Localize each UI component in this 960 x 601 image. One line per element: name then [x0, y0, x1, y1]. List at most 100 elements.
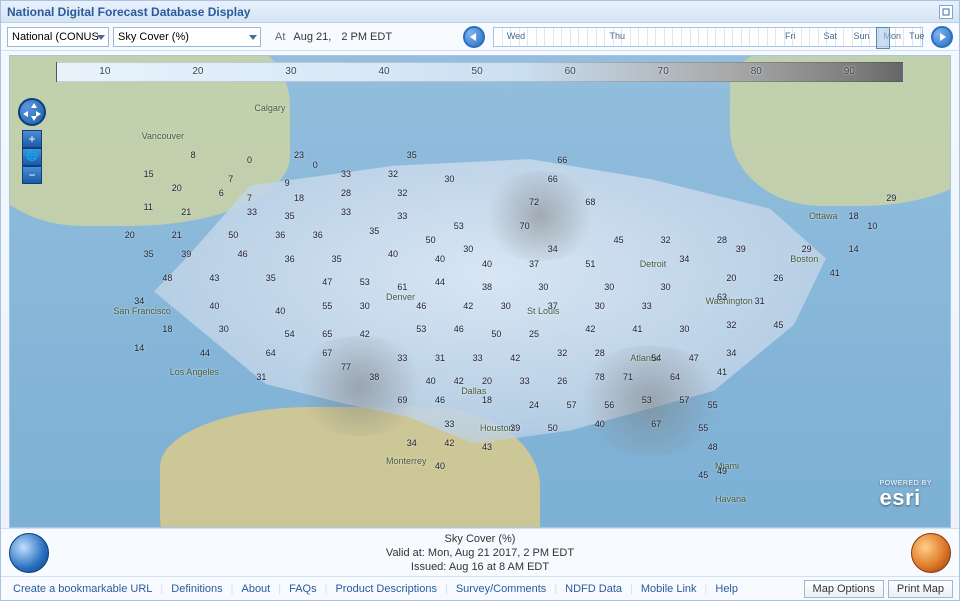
skycover-value: 49 [715, 466, 729, 476]
skycover-value: 8 [189, 150, 198, 160]
skycover-value: 18 [160, 324, 174, 334]
footer-link[interactable]: NDFD Data [559, 581, 628, 597]
skycover-value: 41 [828, 268, 842, 278]
time-slider[interactable]: WedThuFriSatSunMonTue [493, 27, 923, 47]
skycover-value: 18 [480, 395, 494, 405]
footer-link[interactable]: Definitions [165, 581, 228, 597]
time-prev-button[interactable] [463, 26, 485, 48]
zoom-full-button[interactable]: 🌐 [22, 148, 42, 166]
skycover-value: 68 [583, 197, 597, 207]
footer-link[interactable]: About [235, 581, 276, 597]
skycover-value: 42 [508, 353, 522, 363]
skycover-value: 39 [734, 244, 748, 254]
region-select[interactable]: National (CONUS [7, 27, 109, 47]
minimize-button[interactable] [939, 5, 953, 19]
skycover-value: 42 [358, 329, 372, 339]
print-map-button[interactable]: Print Map [888, 580, 953, 598]
skycover-value: 32 [555, 348, 569, 358]
zoom-out-button[interactable]: − [22, 166, 42, 184]
footer-link[interactable]: Survey/Comments [450, 581, 552, 597]
skycover-value: 42 [452, 376, 466, 386]
skycover-value: 64 [264, 348, 278, 358]
app-window: National Digital Forecast Database Displ… [0, 0, 960, 601]
skycover-value: 32 [386, 169, 400, 179]
time-next-button[interactable] [931, 26, 953, 48]
pan-control[interactable] [18, 98, 46, 126]
skycover-value: 35 [264, 273, 278, 283]
map-nav-cluster: + 🌐 − [18, 98, 48, 184]
skycover-value: 23 [292, 150, 306, 160]
pan-left-icon [23, 111, 28, 117]
skycover-value: 33 [395, 211, 409, 221]
footer-link[interactable]: Mobile Link [635, 581, 703, 597]
skycover-value: 21 [170, 230, 184, 240]
skycover-value: 28 [715, 235, 729, 245]
skycover-value: 40 [433, 254, 447, 264]
skycover-value: 41 [630, 324, 644, 334]
skycover-value: 45 [612, 235, 626, 245]
legend-tick: 10 [99, 66, 110, 77]
skycover-value: 55 [320, 301, 334, 311]
skycover-value: 36 [311, 230, 325, 240]
skycover-value: 18 [292, 193, 306, 203]
skycover-value: 35 [405, 150, 419, 160]
footer-link[interactable]: Product Descriptions [329, 581, 443, 597]
skycover-value: 35 [330, 254, 344, 264]
footer-bar: Create a bookmarkable URL|Definitions|Ab… [1, 576, 959, 600]
skycover-value: 33 [395, 353, 409, 363]
skycover-value: 45 [696, 470, 710, 480]
timeslider-day: Sun [854, 31, 870, 41]
pan-up-icon [31, 103, 37, 108]
skycover-value: 40 [433, 461, 447, 471]
skycover-value: 50 [424, 235, 438, 245]
skycover-value: 6 [217, 188, 226, 198]
footer-link[interactable]: Help [709, 581, 744, 597]
skycover-value: 46 [236, 249, 250, 259]
skycover-value: 33 [518, 376, 532, 386]
skycover-value: 7 [245, 193, 254, 203]
legend-tick: 30 [285, 66, 296, 77]
date-display: Aug 21, [293, 31, 331, 43]
skycover-value: 34 [405, 438, 419, 448]
skycover-value: 18 [847, 211, 861, 221]
footer-link[interactable]: Create a bookmarkable URL [7, 581, 158, 597]
skycover-value: 38 [367, 372, 381, 382]
zoom-in-button[interactable]: + [22, 130, 42, 148]
city-label: Monterrey [386, 456, 427, 466]
skycover-value: 20 [170, 183, 184, 193]
skycover-value: 55 [696, 423, 710, 433]
skycover-value: 39 [508, 423, 522, 433]
skycover-value: 72 [527, 197, 541, 207]
skycover-value: 26 [771, 273, 785, 283]
toolbar: National (CONUS Sky Cover (%) At Aug 21,… [1, 23, 959, 51]
skycover-value: 11 [142, 202, 155, 212]
skycover-value: 0 [311, 160, 320, 170]
esri-attribution: POWERED BY esri [880, 480, 932, 511]
map-area[interactable]: « 102030405060708090 + 🌐 − CalgaryVancou… [9, 55, 951, 528]
skycover-value: 40 [386, 249, 400, 259]
city-label: Boston [790, 254, 818, 264]
skycover-value: 32 [724, 320, 738, 330]
skycover-value: 30 [677, 324, 691, 334]
skycover-value: 63 [715, 292, 729, 302]
skycover-value: 64 [668, 372, 682, 382]
skycover-value: 46 [414, 301, 428, 311]
skycover-value: 9 [283, 178, 292, 188]
footer-link[interactable]: FAQs [283, 581, 323, 597]
skycover-value: 70 [518, 221, 532, 231]
skycover-value: 30 [358, 301, 372, 311]
timeslider-day: Fri [785, 31, 796, 41]
skycover-value: 69 [395, 395, 409, 405]
skycover-value: 20 [123, 230, 137, 240]
time-slider-cursor[interactable] [876, 27, 890, 49]
skycover-value: 78 [593, 372, 607, 382]
legend-tick: 60 [565, 66, 576, 77]
title-bar: National Digital Forecast Database Displ… [1, 1, 959, 23]
variable-select[interactable]: Sky Cover (%) [113, 27, 261, 47]
skycover-value: 53 [452, 221, 466, 231]
skycover-value: 40 [273, 306, 287, 316]
skycover-value: 46 [433, 395, 447, 405]
map-options-button[interactable]: Map Options [804, 580, 884, 598]
skycover-value: 20 [724, 273, 738, 283]
skycover-value: 26 [555, 376, 569, 386]
